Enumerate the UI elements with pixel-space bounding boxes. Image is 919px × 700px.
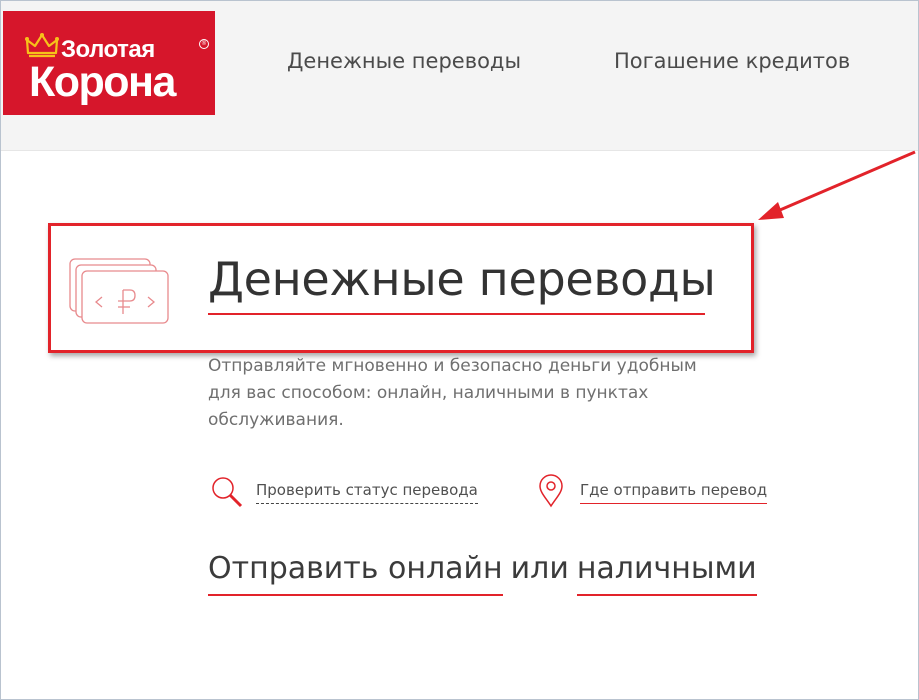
site-header: Золотая ® Корона Денежные переводы Погаш… (1, 1, 918, 151)
arrow-annotation (758, 150, 916, 220)
check-status-link[interactable]: Проверить статус перевода (256, 481, 478, 504)
money-transfer-icon (69, 258, 169, 324)
send-cash-link[interactable]: наличными (576, 551, 757, 596)
nav-loan-repayment[interactable]: Погашение кредитов (614, 49, 850, 73)
send-or-text: или (510, 551, 569, 586)
page-description: Отправляйте мгновенно и безопасно деньги… (208, 356, 697, 430)
crown-icon (25, 33, 59, 58)
send-options: Отправить онлайн или наличными (208, 551, 757, 596)
registered-mark: ® (199, 39, 209, 49)
nav-money-transfers[interactable]: Денежные переводы (287, 49, 521, 73)
page-title: Денежные переводы (208, 252, 716, 306)
logo[interactable]: Золотая ® Корона (3, 11, 215, 115)
location-pin-icon[interactable] (538, 474, 564, 508)
search-icon[interactable] (210, 475, 244, 509)
send-online-link[interactable]: Отправить онлайн (208, 551, 503, 596)
title-underline (208, 313, 705, 315)
where-to-send-link[interactable]: Где отправить перевод (580, 481, 768, 504)
logo-text-line2: Корона (29, 58, 176, 106)
